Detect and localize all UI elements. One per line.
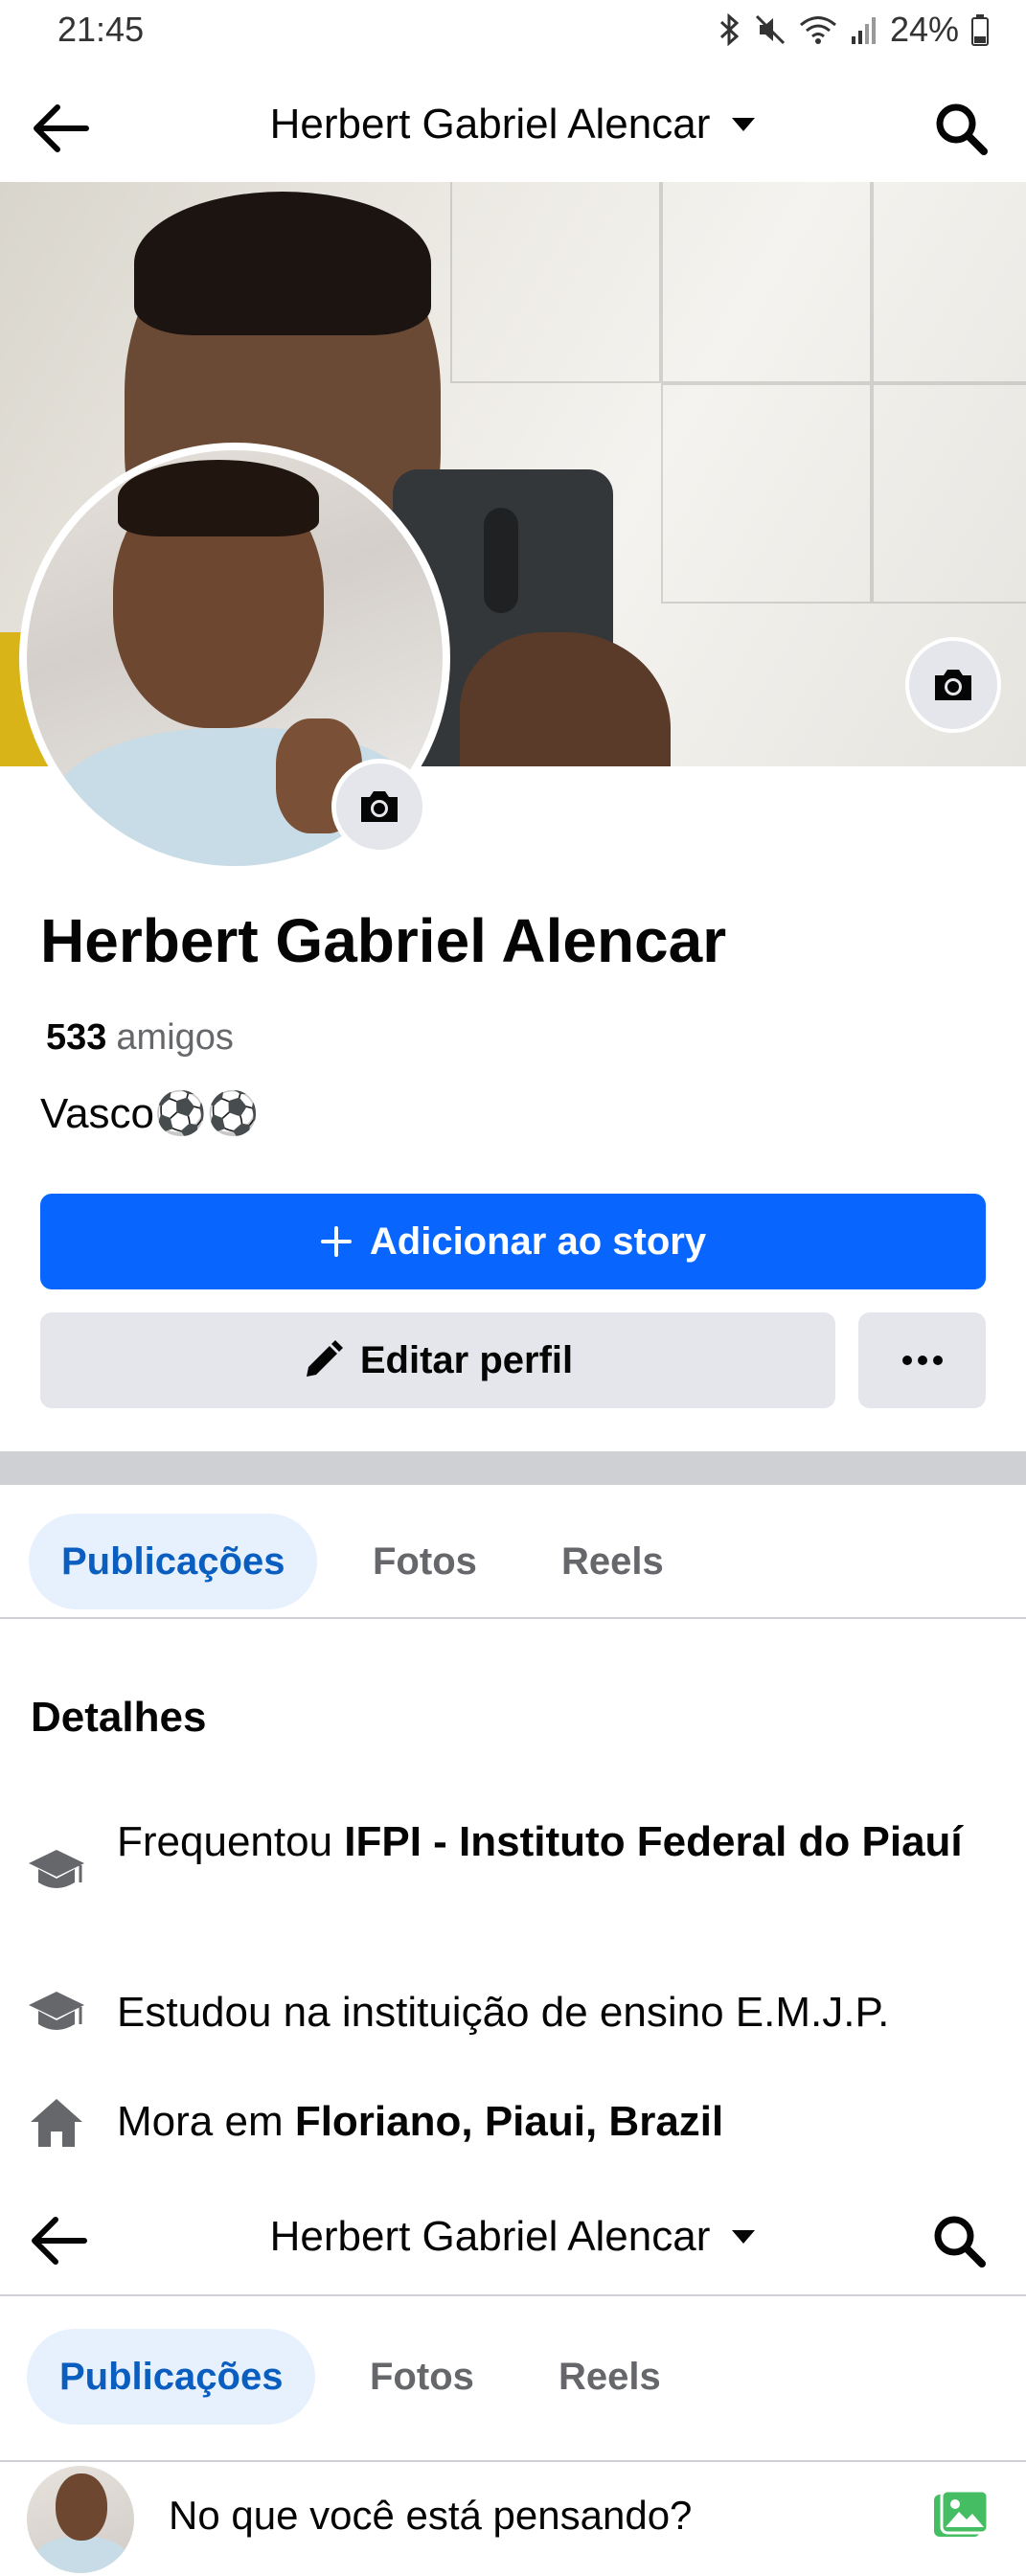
tab-reels[interactable]: Reels — [529, 1514, 696, 1609]
detail-text: Mora em Floriano, Piaui, Brazil — [117, 2095, 1008, 2149]
detail-text: Frequentou IFPI - Instituto Federal do P… — [117, 1815, 1008, 1869]
avatar-hair — [118, 460, 319, 536]
detail-text: Estudou na instituição de ensino E.M.J.P… — [117, 1986, 1008, 2040]
friends-count[interactable]: 533 amigos — [46, 1017, 234, 1059]
cover-phone-camera — [484, 508, 518, 613]
back-arrow-icon[interactable] — [29, 102, 90, 155]
avatar[interactable] — [27, 2466, 134, 2573]
profile-header: Herbert Gabriel Alencar — [0, 67, 1026, 182]
friends-number: 533 — [46, 1017, 107, 1058]
more-options-button[interactable] — [858, 1312, 986, 1408]
battery-icon — [971, 14, 989, 46]
edit-profile-label: Editar perfil — [359, 1338, 574, 1381]
section-divider — [0, 1451, 1026, 1485]
status-bar: 21:45 24% — [0, 0, 1026, 67]
camera-icon — [361, 791, 398, 822]
add-to-story-label: Adicionar ao story — [369, 1220, 707, 1263]
bluetooth-icon — [719, 13, 740, 46]
mute-icon — [755, 14, 785, 45]
tab-publicacoes[interactable]: Publicações — [27, 2329, 316, 2425]
tab-fotos[interactable]: Fotos — [340, 1514, 510, 1609]
detail-bold: IFPI - Instituto Federal do Piauí — [344, 1818, 963, 1865]
pencil-icon — [306, 1340, 343, 1377]
tab-fotos[interactable]: Fotos — [337, 2329, 507, 2425]
detail-bold: Floriano, Piaui, Brazil — [294, 2098, 724, 2145]
battery-percent: 24% — [889, 10, 959, 49]
avatar-face — [56, 2473, 107, 2541]
wifi-icon — [799, 16, 836, 44]
wall-tile — [872, 182, 1026, 383]
plus-icon — [320, 1226, 352, 1257]
sticky-profile-tabs: Publicações Fotos Reels — [0, 2296, 1026, 2462]
friends-label: amigos — [116, 1017, 234, 1058]
post-composer[interactable]: No que você está pensando? — [0, 2462, 1026, 2576]
detail-prefix: Frequentou — [117, 1818, 345, 1865]
avatar-shirt — [34, 2537, 128, 2573]
more-icon — [901, 1356, 943, 1365]
detail-prefix: Estudou na instituição de ensino E.M.J.P… — [117, 1989, 890, 2036]
detail-prefix: Mora em — [117, 2098, 295, 2145]
header-title[interactable]: Herbert Gabriel Alencar — [270, 101, 711, 148]
tab-publicacoes[interactable]: Publicações — [29, 1514, 318, 1609]
profile-bio: Vasco⚽⚽ — [40, 1090, 260, 1137]
details-title: Detalhes — [31, 1694, 207, 1741]
cover-person-hair — [134, 192, 431, 335]
photo-icon[interactable] — [932, 2489, 990, 2542]
wall-tile — [661, 182, 872, 383]
caret-down-icon[interactable] — [731, 116, 756, 133]
edit-profile-button[interactable]: Editar perfil — [40, 1312, 835, 1408]
status-icons: 24% — [718, 10, 990, 50]
back-arrow-icon[interactable] — [27, 2214, 88, 2268]
home-icon — [31, 2099, 82, 2147]
search-icon[interactable] — [932, 100, 990, 157]
profile-tabs: Publicações Fotos Reels — [0, 1485, 1026, 1619]
caret-down-icon[interactable] — [731, 2228, 756, 2245]
sticky-header-title[interactable]: Herbert Gabriel Alencar — [270, 2213, 711, 2261]
wall-tile — [872, 383, 1026, 604]
composer-prompt[interactable]: No que você está pensando? — [169, 2493, 692, 2539]
cover-hand — [460, 632, 671, 766]
add-to-story-button[interactable]: Adicionar ao story — [40, 1194, 986, 1289]
status-time: 21:45 — [57, 10, 145, 49]
graduation-cap-icon — [29, 1850, 84, 1888]
edit-profile-picture-button[interactable] — [331, 759, 427, 855]
profile-name: Herbert Gabriel Alencar — [40, 906, 727, 975]
camera-icon — [935, 670, 971, 700]
wall-tile — [661, 383, 872, 604]
signal-icon — [851, 17, 876, 44]
sticky-header: Herbert Gabriel Alencar — [0, 2179, 1026, 2294]
edit-cover-button[interactable] — [905, 637, 1001, 733]
tab-reels[interactable]: Reels — [526, 2329, 694, 2425]
graduation-cap-icon — [29, 1992, 84, 2030]
search-icon[interactable] — [930, 2212, 988, 2269]
wall-tile — [450, 182, 661, 383]
